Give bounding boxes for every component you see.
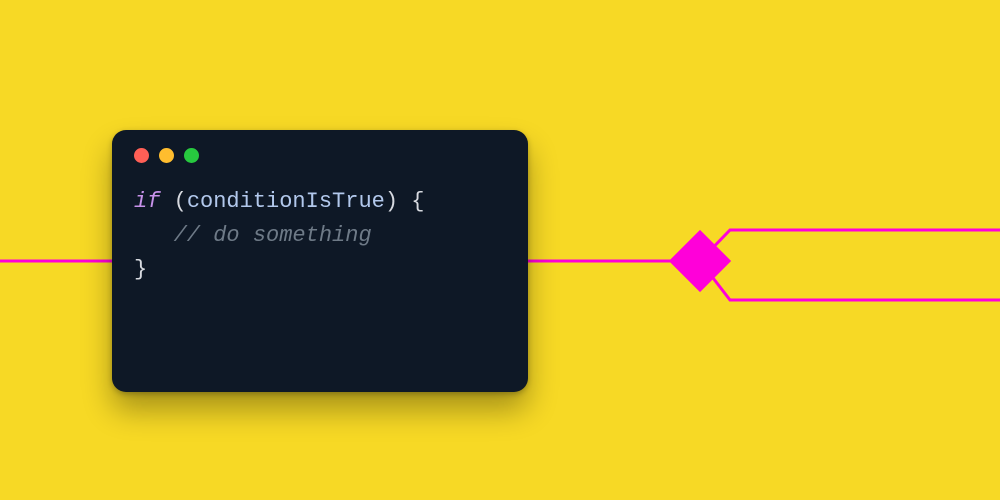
token-indent xyxy=(134,223,174,248)
token-keyword: if xyxy=(134,189,160,214)
token-punct: ( xyxy=(160,189,186,214)
diagram-canvas: if (conditionIsTrue) { // do something } xyxy=(0,0,1000,500)
window-close-icon[interactable] xyxy=(134,148,149,163)
code-window: if (conditionIsTrue) { // do something } xyxy=(112,130,528,392)
decision-diamond-icon xyxy=(669,230,731,292)
token-punct: ) { xyxy=(385,189,425,214)
flow-branch-bottom xyxy=(700,261,1000,300)
flow-branch-top xyxy=(700,230,1000,261)
token-comment: // do something xyxy=(174,223,372,248)
window-traffic-lights xyxy=(134,148,506,163)
token-identifier: conditionIsTrue xyxy=(187,189,385,214)
window-zoom-icon[interactable] xyxy=(184,148,199,163)
window-minimize-icon[interactable] xyxy=(159,148,174,163)
token-punct: } xyxy=(134,257,147,282)
code-block: if (conditionIsTrue) { // do something } xyxy=(134,185,506,287)
